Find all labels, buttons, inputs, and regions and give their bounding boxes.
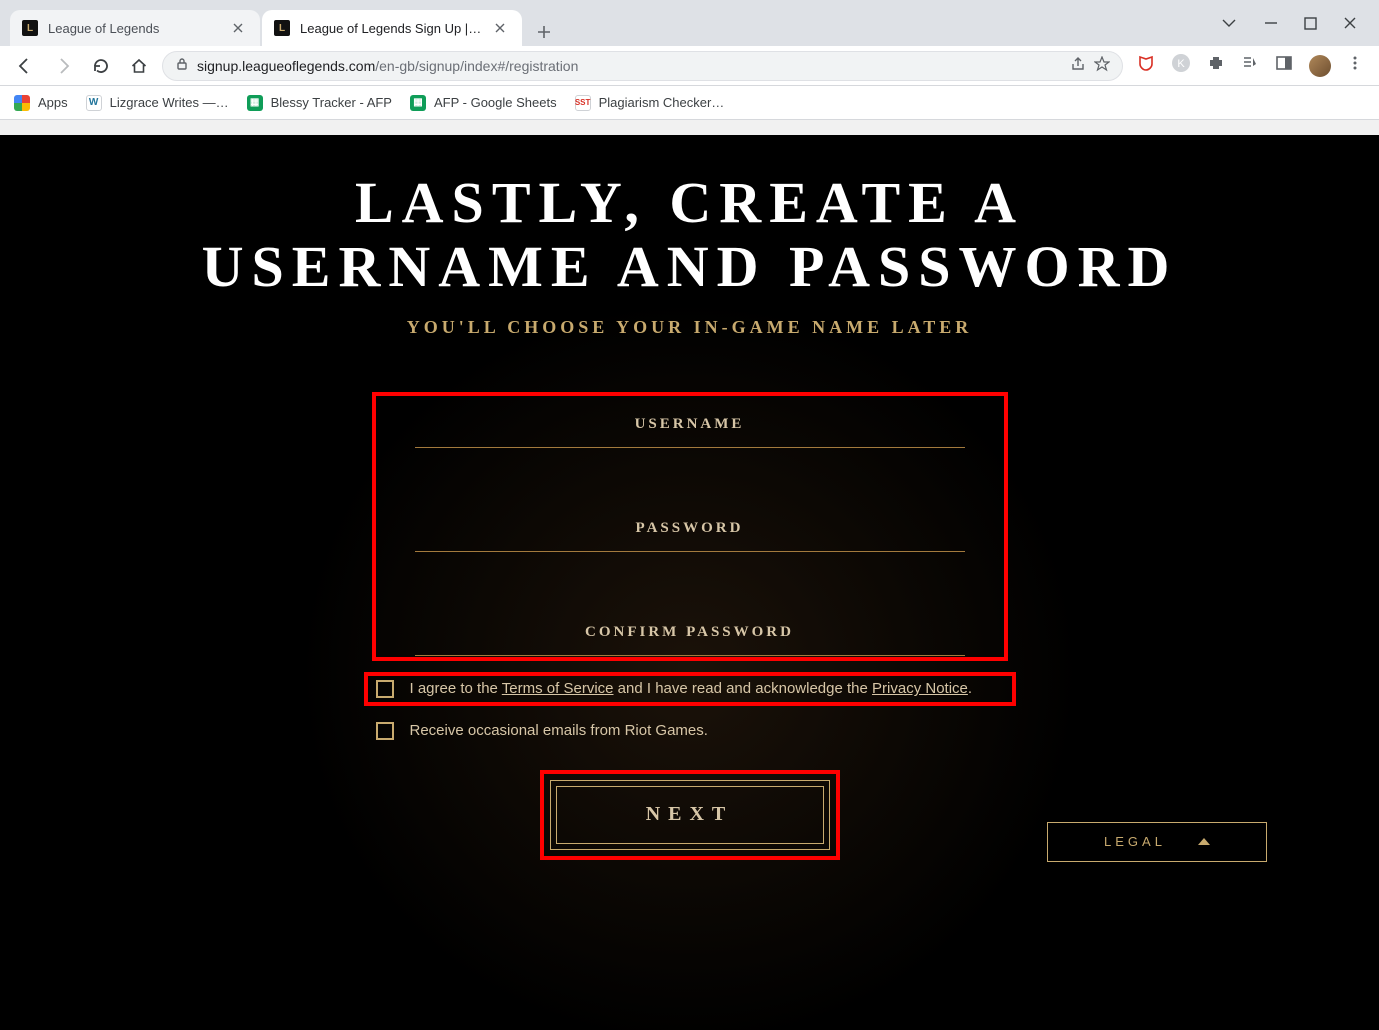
bookmarks-bar: Apps WLizgrace Writes —… ▦Blessy Tracker… [0, 86, 1379, 120]
emails-row: Receive occasional emails from Riot Game… [370, 720, 1010, 742]
toolbar-actions: K [1131, 53, 1369, 78]
new-tab-button[interactable] [530, 18, 558, 46]
extensions-icon[interactable] [1207, 54, 1225, 77]
forward-button[interactable] [48, 51, 78, 81]
wordpress-icon: W [86, 95, 102, 111]
bookmark-afp[interactable]: ▦AFP - Google Sheets [410, 95, 557, 111]
avatar[interactable] [1309, 55, 1331, 77]
emails-label: Receive occasional emails from Riot Game… [410, 722, 708, 739]
annotation-box [364, 672, 1016, 706]
address-bar: signup.leagueoflegends.com/en-gb/signup/… [0, 46, 1379, 86]
legal-dropdown[interactable]: LEGAL [1047, 822, 1267, 862]
star-icon[interactable] [1094, 56, 1110, 75]
tab-title: League of Legends [48, 21, 220, 36]
legal-label: LEGAL [1104, 834, 1166, 849]
back-button[interactable] [10, 51, 40, 81]
page-title: LASTLY, CREATE A USERNAME AND PASSWORD [162, 171, 1217, 299]
window-controls [1198, 0, 1379, 46]
reload-button[interactable] [86, 51, 116, 81]
chevron-up-icon [1198, 838, 1210, 845]
bookmark-blessy[interactable]: ▦Blessy Tracker - AFP [247, 95, 392, 111]
profile-k-icon[interactable]: K [1171, 53, 1191, 78]
sst-icon: SST [575, 95, 591, 111]
tab-signup[interactable]: L League of Legends Sign Up | EU [262, 10, 522, 46]
sidepanel-icon[interactable] [1275, 54, 1293, 77]
kebab-menu-icon[interactable] [1347, 55, 1363, 76]
bookmark-plagiarism[interactable]: SSTPlagiarism Checker… [575, 95, 725, 111]
apps-icon [14, 95, 30, 111]
minimize-icon[interactable] [1264, 16, 1278, 30]
home-button[interactable] [124, 51, 154, 81]
close-window-icon[interactable] [1343, 16, 1357, 30]
page-scroll[interactable]: LASTLY, CREATE A USERNAME AND PASSWORD Y… [0, 135, 1379, 1030]
url-text: signup.leagueoflegends.com/en-gb/signup/… [197, 58, 1062, 74]
sheets-icon: ▦ [410, 95, 426, 111]
sheets-icon: ▦ [247, 95, 263, 111]
annotation-box [372, 392, 1008, 661]
lol-favicon-icon: L [22, 20, 38, 36]
signup-form: USERNAME PASSWORD CONFIRM PASSWORD [380, 400, 1000, 656]
tab-league-of-legends[interactable]: L League of Legends [10, 10, 260, 46]
bookmark-lizgrace[interactable]: WLizgrace Writes —… [86, 95, 229, 111]
close-icon[interactable] [492, 20, 508, 36]
tab-strip: L League of Legends L League of Legends … [0, 0, 1379, 46]
page-subtitle: YOU'LL CHOOSE YOUR IN-GAME NAME LATER [62, 317, 1317, 338]
svg-text:K: K [1177, 58, 1185, 70]
next-button-wrap: NEXT [540, 770, 840, 860]
next-button[interactable]: NEXT [550, 780, 830, 850]
omnibox[interactable]: signup.leagueoflegends.com/en-gb/signup/… [162, 51, 1123, 81]
bookmark-apps[interactable]: Apps [14, 95, 68, 111]
emails-checkbox[interactable] [376, 722, 394, 740]
lock-icon [175, 57, 189, 74]
chevron-down-icon[interactable] [1220, 14, 1238, 32]
maximize-icon[interactable] [1304, 17, 1317, 30]
next-button-label: NEXT [646, 803, 734, 826]
tab-title: League of Legends Sign Up | EU [300, 21, 482, 36]
media-icon[interactable] [1241, 54, 1259, 77]
agree-row: I agree to the Terms of Service and I ha… [370, 674, 1010, 704]
close-icon[interactable] [230, 20, 246, 36]
mcafee-icon[interactable] [1137, 54, 1155, 77]
share-icon[interactable] [1070, 56, 1086, 75]
lol-favicon-icon: L [274, 20, 290, 36]
